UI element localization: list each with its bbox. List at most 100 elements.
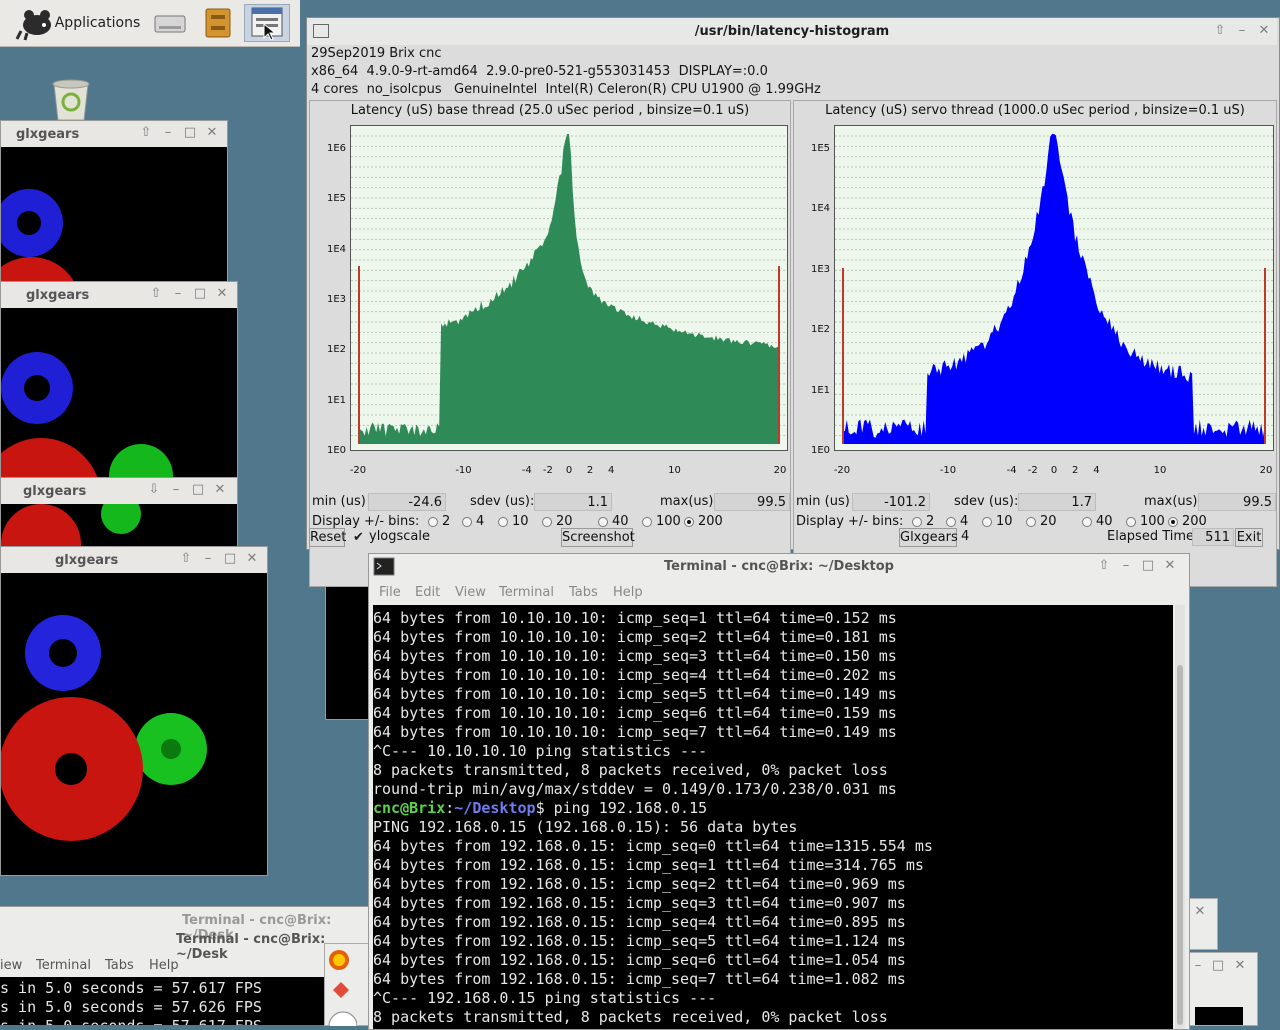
terminal-line: 64 bytes from 10.10.10.10: icmp_seq=6 tt…	[373, 704, 897, 723]
ylogscale-checkbox[interactable]: ✔	[353, 530, 367, 544]
base-bins-radio-4[interactable]	[462, 517, 472, 527]
menu-terminal[interactable]: Terminal	[36, 958, 91, 973]
menu-file[interactable]: File	[379, 585, 401, 600]
shade-icon[interactable]: ⇧	[1213, 24, 1227, 38]
base-bins-radio-100[interactable]	[642, 517, 652, 527]
window-fragment-right-2[interactable]: – □ ✕	[1186, 952, 1258, 1026]
minimize-icon[interactable]: –	[1119, 559, 1133, 573]
info-kernel: x86_64 4.9.0-9-rt-amd64 2.9.0-pre0-521-g…	[311, 64, 768, 79]
reset-button[interactable]: Reset	[309, 528, 345, 547]
maximize-icon[interactable]: □	[193, 287, 207, 301]
servo-bins-radio-4[interactable]	[946, 517, 956, 527]
close-icon[interactable]: ✕	[213, 483, 227, 497]
minimize-icon[interactable]: –	[201, 552, 215, 566]
terminal-window[interactable]: Terminal - cnc@Brix: ~/Desktop ⇧ – □ ✕ F…	[368, 553, 1190, 1030]
shade-icon[interactable]: ⇧	[139, 126, 153, 140]
close-icon[interactable]: ✕	[215, 287, 229, 301]
terminal-output[interactable]: s in 5.0 seconds = 57.617 FPS s in 5.0 s…	[0, 977, 372, 1025]
base-bins-radio-40[interactable]	[598, 517, 608, 527]
terminal-line: 64 bytes from 192.168.0.15: icmp_seq=4 t…	[373, 913, 906, 932]
base-bins-radio-10[interactable]	[498, 517, 508, 527]
info-host: 29Sep2019 Brix cnc	[311, 46, 442, 61]
maximize-icon[interactable]: □	[223, 552, 237, 566]
gears-canvas	[1, 147, 227, 291]
menu-help[interactable]: Help	[149, 958, 179, 973]
terminal-line: 64 bytes from 10.10.10.10: icmp_seq=5 tt…	[373, 685, 897, 704]
drive-launcher[interactable]	[150, 4, 190, 42]
info-cpu: 4 cores no_isolcpus GenuineIntel Intel(R…	[311, 82, 821, 97]
window-switcher-button[interactable]	[244, 4, 290, 42]
base-plot-title: Latency (uS) base thread (25.0 uSec peri…	[310, 103, 790, 118]
base-sdev-field: 1.1	[534, 493, 612, 511]
close-icon[interactable]: ✕	[1193, 905, 1207, 919]
servo-sdev-label: sdev (us):	[954, 494, 1018, 509]
window-title: glxgears	[55, 553, 118, 568]
minimize-icon[interactable]: –	[161, 126, 175, 140]
base-x-tick-label: 20	[774, 465, 787, 476]
base-bins-radio-20[interactable]	[542, 517, 552, 527]
shade-icon[interactable]: ⇧	[179, 552, 193, 566]
menu-view[interactable]: View	[455, 585, 486, 600]
ylogscale-label: ylogscale	[369, 529, 430, 544]
glxgears-button[interactable]: Glxgears	[899, 528, 957, 547]
maximize-icon[interactable]: □	[191, 483, 205, 497]
menu-view[interactable]: iew	[0, 958, 22, 973]
latency-histogram-window[interactable]: /usr/bin/latency-histogram ⇧ – ✕ 29Sep20…	[306, 17, 1280, 550]
close-icon[interactable]: ✕	[1163, 559, 1177, 573]
close-icon[interactable]: ✕	[205, 126, 219, 140]
titlebar[interactable]: /usr/bin/latency-histogram ⇧ – ✕	[307, 18, 1277, 45]
xfce-mouse-icon	[15, 5, 55, 41]
close-icon[interactable]: ✕	[245, 552, 259, 566]
glxgears-window-4[interactable]: glxgears ⇧ – □ ✕	[0, 546, 268, 876]
applications-label: Applications	[55, 15, 141, 31]
trash-icon[interactable]	[48, 78, 94, 122]
servo-bins-radio-2[interactable]	[912, 517, 922, 527]
base-min-field: -24.6	[368, 493, 446, 511]
shade-icon[interactable]: ⇧	[149, 287, 163, 301]
terminal-line: 64 bytes from 10.10.10.10: icmp_seq=1 tt…	[373, 609, 897, 628]
close-icon[interactable]: ✕	[1233, 959, 1247, 973]
window-fragment-right-1[interactable]: ✕	[1186, 898, 1218, 950]
browser-window-fragment[interactable]	[324, 943, 372, 1026]
maximize-icon[interactable]: □	[1141, 559, 1155, 573]
file-manager-launcher[interactable]	[198, 4, 238, 42]
menu-terminal[interactable]: Terminal	[499, 585, 554, 600]
terminal-line: ^C--- 192.168.0.15 ping statistics ---	[373, 989, 716, 1008]
servo-bins-radio-20[interactable]	[1026, 517, 1036, 527]
scrollbar-thumb[interactable]	[1177, 665, 1183, 1025]
terminal-line: s in 5.0 seconds = 57.617 FPS	[0, 979, 262, 998]
terminal-line: 64 bytes from 192.168.0.15: icmp_seq=3 t…	[373, 894, 906, 913]
glxgears-window-3[interactable]: glxgears ⇩ – □ ✕	[0, 477, 238, 547]
terminal-line: 64 bytes from 10.10.10.10: icmp_seq=3 tt…	[373, 647, 897, 666]
file-cabinet-icon	[203, 7, 233, 39]
maximize-icon[interactable]: □	[1211, 959, 1225, 973]
minimize-icon[interactable]: –	[1235, 24, 1249, 38]
minimize-icon[interactable]: –	[1191, 959, 1205, 973]
menu-tabs[interactable]: Tabs	[105, 958, 134, 973]
base-bins-radio-label: 10	[512, 514, 529, 529]
applications-menu-button[interactable]: Applications	[10, 4, 145, 42]
screenshot-button[interactable]: Screenshot	[561, 528, 633, 547]
menu-help[interactable]: Help	[613, 585, 643, 600]
base-bins-radio-200[interactable]	[684, 517, 694, 527]
menu-tabs[interactable]: Tabs	[569, 585, 598, 600]
shade-icon[interactable]: ⇩	[147, 483, 161, 497]
maximize-icon[interactable]: □	[183, 126, 197, 140]
minimize-icon[interactable]: –	[169, 483, 183, 497]
base-bins-radio-label: 40	[612, 514, 629, 529]
exit-button[interactable]: Exit	[1235, 528, 1263, 547]
glxgears-window-2[interactable]: glxgears ⇧ – □ ✕	[0, 281, 238, 491]
servo-bins-radio-10[interactable]	[982, 517, 992, 527]
bottom-terminal-window[interactable]: Terminal - cnc@Brix: ~/Desk Terminal - c…	[0, 906, 372, 1025]
servo-bins-radio-100[interactable]	[1126, 517, 1136, 527]
minimize-icon[interactable]: –	[171, 287, 185, 301]
terminal-output[interactable]: 64 bytes from 10.10.10.10: icmp_seq=1 tt…	[373, 605, 1173, 1029]
shade-icon[interactable]: ⇧	[1097, 559, 1111, 573]
close-icon[interactable]: ✕	[1257, 24, 1271, 38]
terminal-scrollbar[interactable]	[1175, 605, 1185, 1029]
glxgears-window-1[interactable]: glxgears ⇧ – □ ✕	[0, 120, 228, 290]
menu-edit[interactable]: Edit	[415, 585, 440, 600]
servo-bins-radio-40[interactable]	[1082, 517, 1092, 527]
servo-bins-radio-200[interactable]	[1168, 517, 1178, 527]
base-bins-radio-2[interactable]	[428, 517, 438, 527]
